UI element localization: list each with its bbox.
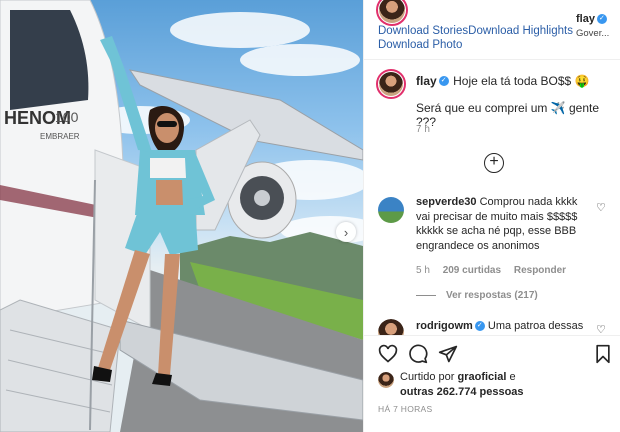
likes-summary: Curtido por graoficial e outras 262.774 … xyxy=(400,370,610,400)
caption: flay ✓ Hoje ela tá toda BO$$ 🤑 xyxy=(416,73,611,89)
plane-model: 100 xyxy=(55,109,79,125)
verified-icon: ✓ xyxy=(596,14,607,25)
share-paper-plane-icon[interactable] xyxy=(438,344,458,364)
verified-icon: ✓ xyxy=(438,75,449,86)
comment-reply-button[interactable]: Responder xyxy=(514,265,566,276)
post-photo[interactable]: HENOM EMBRAER 100 › xyxy=(0,0,363,432)
comment-likes[interactable]: 209 curtidas xyxy=(443,265,501,276)
load-more-comments-button[interactable]: + xyxy=(484,153,504,173)
comment2-avatar[interactable] xyxy=(378,319,404,335)
liked-by-prefix: Curtido por xyxy=(400,371,455,383)
caption-username[interactable]: flay xyxy=(416,74,437,88)
comment-meta: 5 h 209 curtidas Responder xyxy=(416,265,566,276)
comment2-username[interactable]: rodrigowm xyxy=(416,320,473,332)
download-stories-link[interactable]: Download Stories xyxy=(378,25,468,37)
caption-avatar[interactable] xyxy=(376,69,406,99)
header-username[interactable]: flay xyxy=(576,13,595,25)
comment2-text: Uma patroa dessas xyxy=(487,320,584,332)
header-username-block[interactable]: flay ✓ xyxy=(576,13,607,25)
replies-divider xyxy=(416,294,436,296)
comment2-like-heart-icon[interactable]: ♡ xyxy=(596,323,606,335)
view-replies-label[interactable]: Ver respostas (217) xyxy=(446,290,538,301)
comment-username[interactable]: sepverde30 xyxy=(416,196,477,208)
like-heart-icon[interactable] xyxy=(378,344,398,364)
post-timestamp[interactable]: HÁ 7 HORAS xyxy=(378,404,433,414)
next-photo-button[interactable]: › xyxy=(336,222,356,242)
comment-time[interactable]: 5 h xyxy=(416,265,430,276)
caption-time[interactable]: 7 h xyxy=(416,124,430,135)
liked-by-middle: e xyxy=(509,371,516,383)
downloader-bar: Download StoriesDownload Highlights Down… xyxy=(364,0,620,60)
save-bookmark-icon[interactable] xyxy=(593,344,613,364)
cockpit-window xyxy=(10,10,89,110)
jet-scene: HENOM EMBRAER 100 xyxy=(0,0,363,432)
view-replies[interactable]: Ver respostas (217) xyxy=(416,290,538,301)
download-photo-link[interactable]: Download Photo xyxy=(378,39,462,51)
verified-icon: ✓ xyxy=(474,321,485,332)
post-actions: Curtido por graoficial e outras 262.774 … xyxy=(364,335,620,432)
comment2: rodrigowm ✓ Uma patroa dessas xyxy=(416,320,594,332)
comment-like-heart-icon[interactable]: ♡ xyxy=(596,201,606,214)
plane-brand: EMBRAER xyxy=(40,132,80,141)
liker-avatar[interactable] xyxy=(378,372,394,388)
download-links: Download StoriesDownload Highlights Down… xyxy=(378,24,573,52)
download-highlights-link[interactable]: Download Highlights xyxy=(468,25,573,37)
comments-area: flay ✓ Hoje ela tá toda BO$$ 🤑 Será que e… xyxy=(364,61,620,335)
comment: sepverde30 Comprou nada kkkk vai precisa… xyxy=(416,195,594,253)
comment-bubble-icon[interactable] xyxy=(408,344,428,364)
instagram-post: HENOM EMBRAER 100 › Download StoriesDown… xyxy=(0,0,620,432)
header-avatar[interactable] xyxy=(376,0,408,26)
post-side-panel: Download StoriesDownload Highlights Down… xyxy=(363,0,620,432)
caption-text: Hoje ela tá toda BO$$ 🤑 xyxy=(453,74,590,88)
comment-avatar[interactable] xyxy=(378,197,404,223)
header-location[interactable]: Gover... xyxy=(576,28,609,39)
liked-by-user[interactable]: graoficial xyxy=(457,371,506,383)
caption-question: Será que eu comprei um ✈️ gente ??? xyxy=(416,101,600,129)
liked-by-others[interactable]: outras 262.774 pessoas xyxy=(400,386,524,398)
